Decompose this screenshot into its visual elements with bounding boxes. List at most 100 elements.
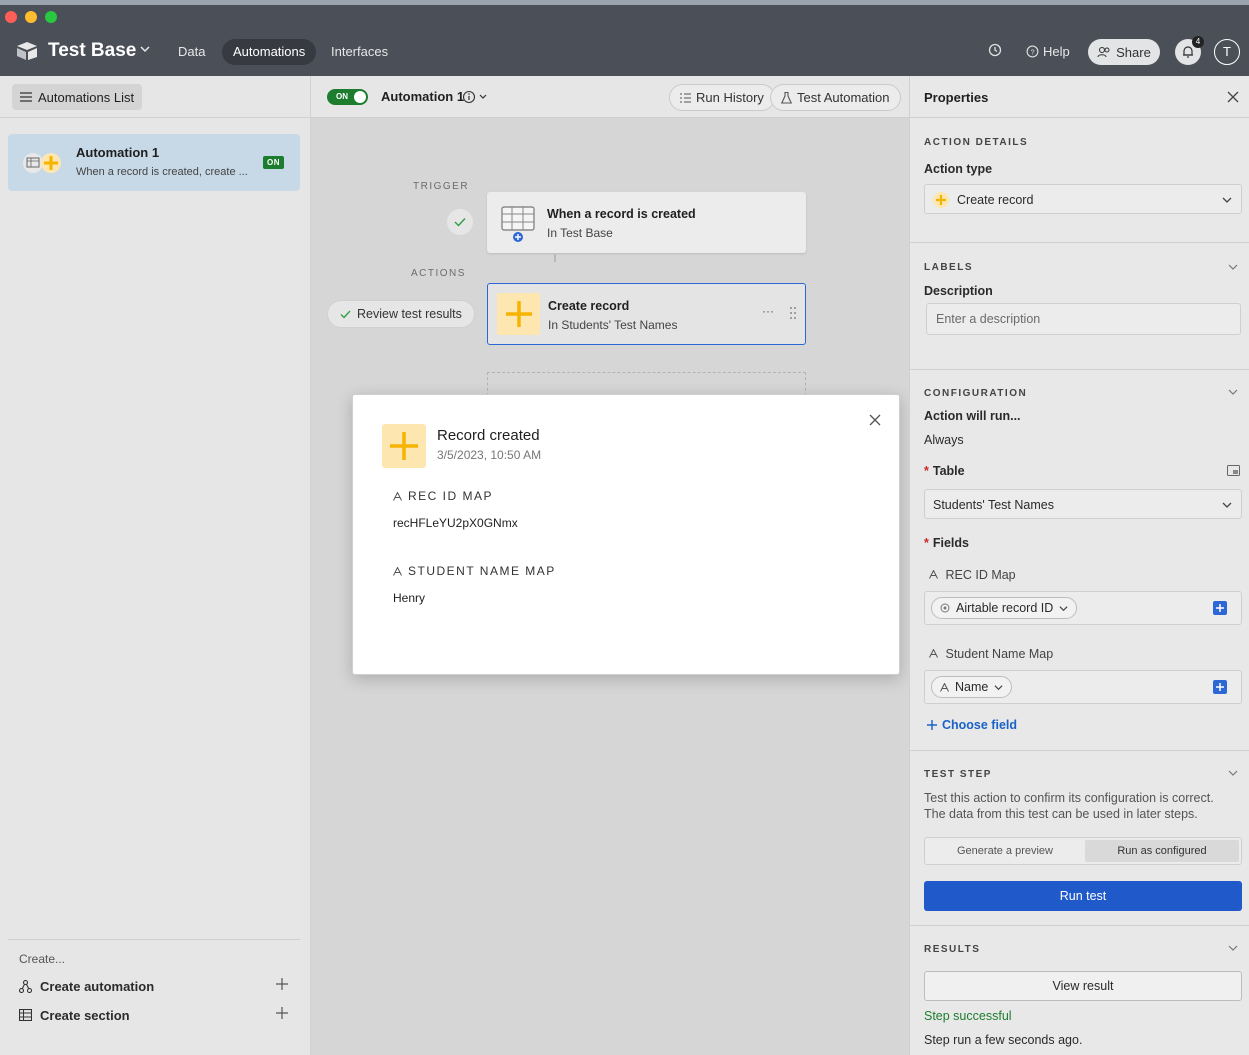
action-subtitle: In Students' Test Names — [548, 318, 678, 332]
run-history-button[interactable]: Run History — [669, 84, 775, 111]
trigger-title: When a record is created — [547, 207, 696, 221]
automations-list-button[interactable]: Automations List — [12, 84, 143, 110]
close-icon[interactable] — [1227, 91, 1239, 103]
name-token[interactable]: Name — [931, 676, 1013, 698]
insert-field-button[interactable] — [1213, 601, 1227, 615]
text-field-icon — [940, 682, 949, 692]
plus-icon — [1216, 604, 1224, 612]
test-automation-label: Test Automation — [797, 90, 890, 105]
choose-field-link[interactable]: Choose field — [926, 718, 1017, 732]
app-header: Test Base Data Automations Interfaces ? … — [0, 28, 1249, 76]
expand-table-icon[interactable] — [1227, 465, 1240, 476]
airtable-record-id-token[interactable]: Airtable record ID — [931, 597, 1078, 619]
action-type-label: Action type — [924, 162, 993, 176]
table-value: Students' Test Names — [933, 498, 1054, 512]
view-result-button[interactable]: View result — [924, 971, 1242, 1001]
properties-panel: Properties ACTION DETAILS Action type Cr… — [909, 76, 1249, 1055]
token-label: Airtable record ID — [956, 601, 1054, 615]
action-title: Create record — [548, 299, 630, 313]
plus-icon[interactable] — [275, 1006, 289, 1020]
student-name-map-field-text: Student Name Map — [945, 647, 1054, 661]
share-button[interactable]: Share — [1088, 39, 1160, 65]
table-label: * Table — [924, 464, 965, 478]
review-test-results-button[interactable]: Review test results — [327, 300, 475, 328]
notification-count-badge: 4 — [1192, 36, 1204, 48]
create-automation-button[interactable]: Create automation — [19, 976, 289, 996]
automation-list-item[interactable]: Automation 1 When a record is created, c… — [8, 134, 300, 191]
chevron-down-icon[interactable] — [1228, 262, 1238, 272]
minimize-window-button[interactable] — [25, 11, 37, 23]
people-icon — [1097, 46, 1110, 58]
help-label: Help — [1043, 43, 1070, 59]
toggle-knob — [354, 91, 366, 103]
nav-tab-data[interactable]: Data — [167, 39, 216, 65]
rec-id-map-input[interactable]: Airtable record ID — [924, 591, 1242, 625]
modal-title: Record created — [437, 427, 540, 444]
plus-icon — [927, 720, 937, 730]
description-label: Description — [924, 284, 993, 298]
generate-preview-option[interactable]: Generate a preview — [925, 838, 1085, 864]
automation-on-toggle[interactable]: ON — [327, 89, 368, 105]
chevron-down-icon[interactable] — [1228, 387, 1238, 397]
chevron-down-icon[interactable] — [140, 44, 150, 54]
properties-header: Properties — [910, 76, 1249, 118]
nav-tab-automations[interactable]: Automations — [222, 39, 317, 65]
automation-title[interactable]: Automation 1 — [381, 89, 464, 104]
create-section-label: Create section — [40, 1007, 130, 1023]
test-automation-button[interactable]: Test Automation — [770, 84, 901, 111]
close-icon[interactable] — [868, 413, 882, 427]
add-step-placeholder[interactable] — [487, 372, 806, 396]
rec-id-map-field-label: REC ID Map — [929, 568, 1016, 582]
check-icon — [340, 310, 351, 318]
toggle-label: ON — [336, 92, 348, 101]
create-section-button[interactable]: Create section — [19, 1005, 289, 1025]
automation-icon — [19, 979, 32, 993]
action-card[interactable]: Create record In Students' Test Names ··… — [487, 283, 806, 345]
section-icon — [19, 1009, 32, 1021]
description-input[interactable] — [926, 303, 1241, 335]
fields-label: * Fields — [924, 536, 969, 550]
configuration-heading: CONFIGURATION — [924, 388, 1028, 399]
plus-icon[interactable] — [275, 977, 289, 991]
plus-icon — [390, 432, 418, 460]
chevron-down-icon[interactable] — [1228, 768, 1238, 778]
chevron-down-icon — [1222, 197, 1232, 203]
zoom-window-button[interactable] — [45, 11, 57, 23]
action-type-select[interactable]: Create record — [924, 184, 1242, 214]
chevron-down-icon — [1059, 605, 1068, 611]
text-field-icon — [929, 648, 938, 658]
student-name-map-input[interactable]: Name — [924, 670, 1242, 704]
student-name-map-value: Henry — [393, 591, 426, 605]
history-icon[interactable] — [987, 42, 1003, 58]
run-as-configured-option[interactable]: Run as configured — [1085, 840, 1239, 862]
text-field-icon — [929, 569, 938, 579]
flask-icon — [781, 91, 792, 104]
action-type-value: Create record — [957, 193, 1034, 207]
trigger-card[interactable]: When a record is created In Test Base — [487, 192, 806, 253]
insert-field-button[interactable] — [1213, 680, 1227, 694]
review-test-results-label: Review test results — [357, 307, 462, 321]
run-test-button[interactable]: Run test — [924, 881, 1242, 911]
plus-icon — [933, 192, 949, 208]
user-avatar[interactable]: T — [1214, 39, 1240, 65]
record-created-modal: Record created 3/5/2023, 10:50 AM REC ID… — [352, 394, 900, 675]
more-options-icon[interactable]: ··· — [762, 304, 774, 318]
airtable-logo-icon[interactable] — [16, 41, 38, 61]
nav-tab-interfaces[interactable]: Interfaces — [320, 39, 399, 65]
table-label-text: Table — [932, 464, 965, 478]
help-button[interactable]: ? Help — [1026, 42, 1070, 60]
automations-list-label: Automations List — [38, 89, 135, 105]
close-window-button[interactable] — [5, 11, 17, 23]
chevron-down-icon[interactable] — [1228, 943, 1238, 953]
action-details-heading: ACTION DETAILS — [924, 137, 1029, 148]
rec-id-map-value: recHFLeYU2pX0GNmx — [393, 516, 518, 530]
divider — [910, 242, 1249, 243]
automations-sidebar: Automations List Automation 1 When a rec… — [0, 76, 311, 1055]
properties-title: Properties — [924, 90, 989, 105]
info-icon[interactable] — [463, 90, 489, 104]
table-select[interactable]: Students' Test Names — [924, 489, 1242, 519]
results-heading: RESULTS — [924, 944, 981, 955]
base-title[interactable]: Test Base — [48, 40, 136, 62]
drag-handle-icon[interactable] — [789, 306, 797, 320]
step-connector — [554, 254, 556, 262]
